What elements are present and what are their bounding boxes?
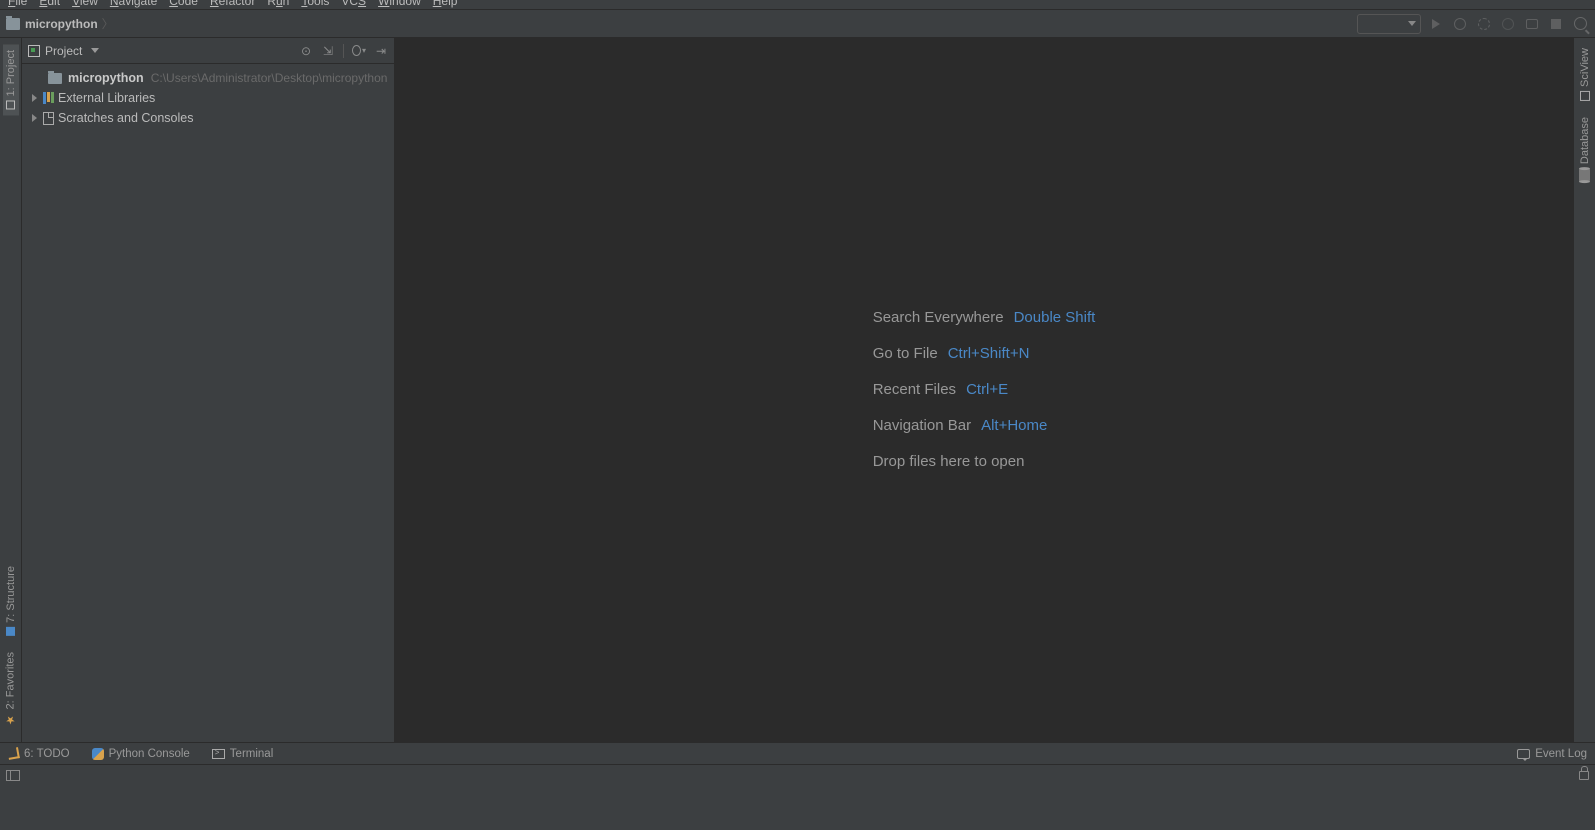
menu-edit[interactable]: Edit bbox=[39, 0, 60, 8]
collapse-icon[interactable]: ⇲ bbox=[321, 44, 335, 58]
sciview-icon bbox=[1580, 91, 1590, 101]
tool-tab-project[interactable]: 1: Project bbox=[3, 44, 19, 115]
event-log-label: Event Log bbox=[1535, 748, 1587, 760]
settings-icon[interactable]: ▾ bbox=[352, 44, 366, 58]
project-icon bbox=[6, 100, 15, 109]
hint-drop-label: Drop files here to open bbox=[873, 444, 1025, 480]
editor-area[interactable]: Search Everywhere Double Shift Go to File… bbox=[395, 38, 1573, 742]
coverage-button[interactable] bbox=[1475, 15, 1493, 33]
stop-button[interactable] bbox=[1547, 15, 1565, 33]
project-tree: micropython C:\Users\Administrator\Deskt… bbox=[22, 64, 394, 132]
toolbar-row: micropython 〉 bbox=[0, 10, 1595, 38]
hint-nav-key: Alt+Home bbox=[981, 408, 1047, 444]
menu-view[interactable]: View bbox=[72, 0, 98, 8]
tool-tab-favorites-label: 2: Favorites bbox=[5, 652, 17, 709]
tool-tab-structure[interactable]: 7: Structure bbox=[3, 560, 19, 642]
tree-root-name: micropython bbox=[68, 71, 144, 85]
hint-recent-label: Recent Files bbox=[873, 372, 956, 408]
expand-arrow-icon[interactable] bbox=[32, 94, 37, 102]
hint-goto-label: Go to File bbox=[873, 336, 938, 372]
editor-hints: Search Everywhere Double Shift Go to File… bbox=[873, 300, 1096, 480]
event-log-icon bbox=[1517, 749, 1530, 759]
terminal-icon bbox=[212, 749, 225, 759]
profile-button[interactable] bbox=[1499, 15, 1517, 33]
tool-tab-terminal-label: Terminal bbox=[230, 748, 273, 760]
tree-external-libraries[interactable]: External Libraries bbox=[22, 88, 394, 108]
project-panel-title: Project bbox=[45, 44, 82, 58]
tool-tab-database[interactable]: Database bbox=[1577, 113, 1593, 186]
locate-icon[interactable]: ⊙ bbox=[299, 44, 313, 58]
chevron-down-icon[interactable] bbox=[91, 48, 99, 53]
python-icon bbox=[92, 748, 104, 760]
tool-tab-todo[interactable]: 6: TODO bbox=[8, 748, 70, 760]
tool-tab-sciview[interactable]: SciView bbox=[1577, 44, 1593, 105]
menu-file[interactable]: File bbox=[8, 0, 27, 8]
hint-recent-key: Ctrl+E bbox=[966, 372, 1008, 408]
tool-tab-structure-label: 7: Structure bbox=[5, 566, 17, 623]
menu-run[interactable]: Run bbox=[267, 0, 289, 8]
menu-vcs[interactable]: VCS bbox=[341, 0, 366, 8]
attach-button[interactable] bbox=[1523, 15, 1541, 33]
status-bar bbox=[0, 764, 1595, 786]
hint-nav-label: Navigation Bar bbox=[873, 408, 971, 444]
tool-tab-python-console[interactable]: Python Console bbox=[92, 748, 190, 760]
event-log-button[interactable]: Event Log bbox=[1517, 748, 1587, 760]
breadcrumb-name: micropython bbox=[25, 17, 98, 31]
menu-bar: File Edit View Navigate Code Refactor Ru… bbox=[0, 0, 1595, 10]
folder-icon bbox=[6, 18, 20, 30]
scratch-icon bbox=[43, 112, 54, 125]
menu-window[interactable]: Window bbox=[378, 0, 421, 8]
tool-tab-database-label: Database bbox=[1579, 117, 1591, 164]
tool-tab-python-console-label: Python Console bbox=[109, 748, 190, 760]
todo-icon bbox=[7, 747, 20, 760]
debug-button[interactable] bbox=[1451, 15, 1469, 33]
tool-tab-todo-label: 6: TODO bbox=[24, 748, 70, 760]
run-button[interactable] bbox=[1427, 15, 1445, 33]
menu-tools[interactable]: Tools bbox=[301, 0, 329, 8]
breadcrumb-sep: 〉 bbox=[102, 15, 114, 32]
tool-tab-project-label: 1: Project bbox=[5, 50, 17, 96]
run-config-dropdown[interactable] bbox=[1357, 14, 1421, 34]
menu-help[interactable]: Help bbox=[433, 0, 458, 8]
structure-icon bbox=[6, 627, 15, 636]
tree-scratches-label: Scratches and Consoles bbox=[58, 111, 194, 125]
right-gutter: SciView Database bbox=[1573, 38, 1595, 742]
tool-tab-sciview-label: SciView bbox=[1579, 48, 1591, 87]
tool-tab-favorites[interactable]: ★ 2: Favorites bbox=[2, 646, 19, 732]
search-everywhere-button[interactable] bbox=[1571, 15, 1589, 33]
menu-refactor[interactable]: Refactor bbox=[210, 0, 255, 8]
lock-icon[interactable] bbox=[1579, 771, 1589, 780]
tool-tab-terminal[interactable]: Terminal bbox=[212, 748, 273, 760]
hint-search-key: Double Shift bbox=[1014, 300, 1096, 336]
tree-root-path: C:\Users\Administrator\Desktop\micropyth… bbox=[151, 71, 388, 85]
libraries-icon bbox=[43, 92, 54, 104]
separator bbox=[343, 44, 344, 58]
breadcrumb[interactable]: micropython 〉 bbox=[6, 15, 118, 32]
project-panel-icon bbox=[28, 45, 40, 57]
database-icon bbox=[1579, 168, 1590, 182]
expand-arrow-icon[interactable] bbox=[32, 114, 37, 122]
tree-root[interactable]: micropython C:\Users\Administrator\Deskt… bbox=[22, 68, 394, 88]
bottom-bar: 6: TODO Python Console Terminal Event Lo… bbox=[0, 742, 1595, 764]
project-panel: Project ⊙ ⇲ ▾ ⇥ micropython C:\Users\Adm… bbox=[22, 38, 395, 742]
star-icon: ★ bbox=[4, 713, 17, 726]
menu-code[interactable]: Code bbox=[169, 0, 198, 8]
folder-icon bbox=[48, 73, 62, 84]
hide-icon[interactable]: ⇥ bbox=[374, 44, 388, 58]
hint-search-label: Search Everywhere bbox=[873, 300, 1004, 336]
left-gutter: 1: Project 7: Structure ★ 2: Favorites bbox=[0, 38, 22, 742]
tool-windows-toggle[interactable] bbox=[6, 770, 20, 781]
menu-navigate[interactable]: Navigate bbox=[110, 0, 157, 8]
tree-external-label: External Libraries bbox=[58, 91, 155, 105]
tree-scratches[interactable]: Scratches and Consoles bbox=[22, 108, 394, 128]
hint-goto-key: Ctrl+Shift+N bbox=[948, 336, 1030, 372]
toolbar-buttons bbox=[1357, 14, 1589, 34]
project-panel-header: Project ⊙ ⇲ ▾ ⇥ bbox=[22, 38, 394, 64]
